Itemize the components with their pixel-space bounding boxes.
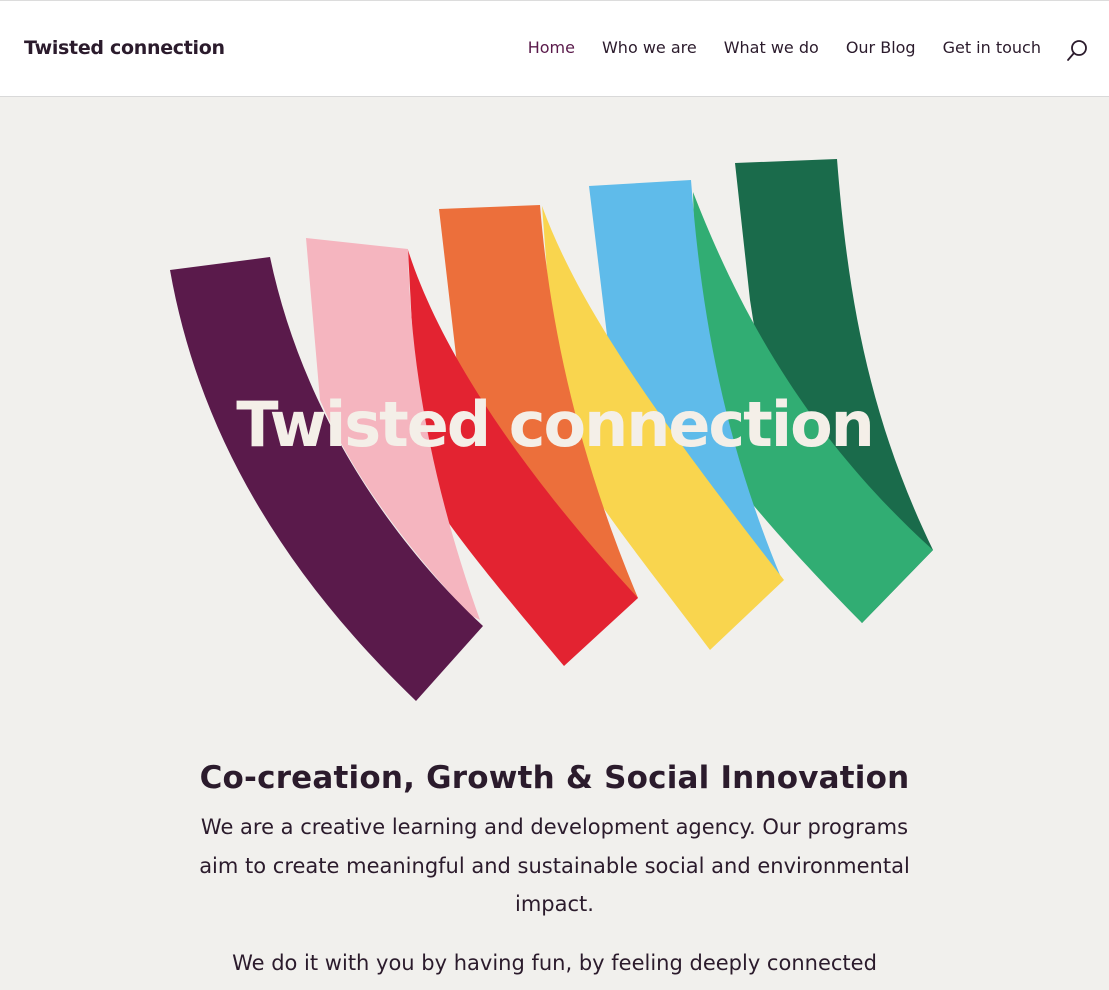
nav-item-get-in-touch[interactable]: Get in touch (943, 38, 1041, 57)
nav-item-our-blog[interactable]: Our Blog (846, 38, 916, 57)
nav-item-home[interactable]: Home (528, 38, 575, 57)
hero-title: Twisted connection (236, 388, 875, 461)
search-icon (1067, 40, 1087, 61)
site-header: Twisted connection Home Who we are What … (0, 0, 1109, 97)
hero-banner: Twisted connection (0, 98, 1109, 738)
nav-item-who-we-are[interactable]: Who we are (602, 38, 697, 57)
intro-heading: Co-creation, Growth & Social Innovation (199, 760, 910, 796)
search-button[interactable] (1066, 39, 1088, 63)
nav-item-what-we-do[interactable]: What we do (724, 38, 819, 57)
intro-paragraph-2: We do it with you by having fun, by feel… (232, 950, 877, 975)
main-nav: Home Who we are What we do Our Blog Get … (501, 38, 1041, 57)
intro-paragraph-1: We are a creative learning and developme… (199, 815, 910, 916)
site-logo[interactable]: Twisted connection (24, 37, 225, 59)
intro-section: Co-creation, Growth & Social Innovation … (0, 760, 1109, 982)
